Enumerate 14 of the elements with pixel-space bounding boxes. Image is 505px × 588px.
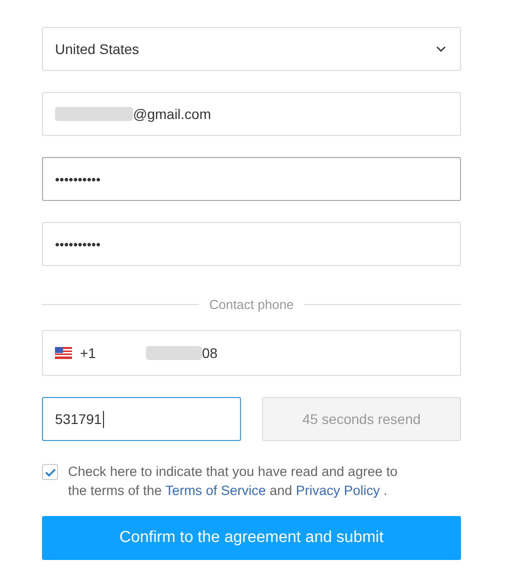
password-field[interactable]: •••••••••• — [42, 157, 461, 201]
email-field[interactable]: @gmail.com — [42, 92, 461, 136]
phone-field[interactable]: +1 08 — [42, 330, 461, 376]
flag-icon — [55, 347, 72, 359]
checkbox[interactable] — [42, 464, 58, 480]
terms-link[interactable]: Terms of Service — [165, 483, 266, 498]
chevron-down-icon — [436, 46, 446, 52]
check-icon — [44, 468, 56, 476]
privacy-link[interactable]: Privacy Policy — [296, 483, 380, 498]
password-field[interactable]: •••••••••• — [42, 222, 461, 266]
code-field[interactable]: 531791 — [42, 397, 241, 441]
agreement-text: Check here to indicate that you have read and agree to the terms of the Terms of Service and Privacy Policy . — [68, 463, 398, 500]
section-label: Contact phone — [209, 297, 294, 312]
country-select[interactable]: United States — [42, 27, 461, 71]
